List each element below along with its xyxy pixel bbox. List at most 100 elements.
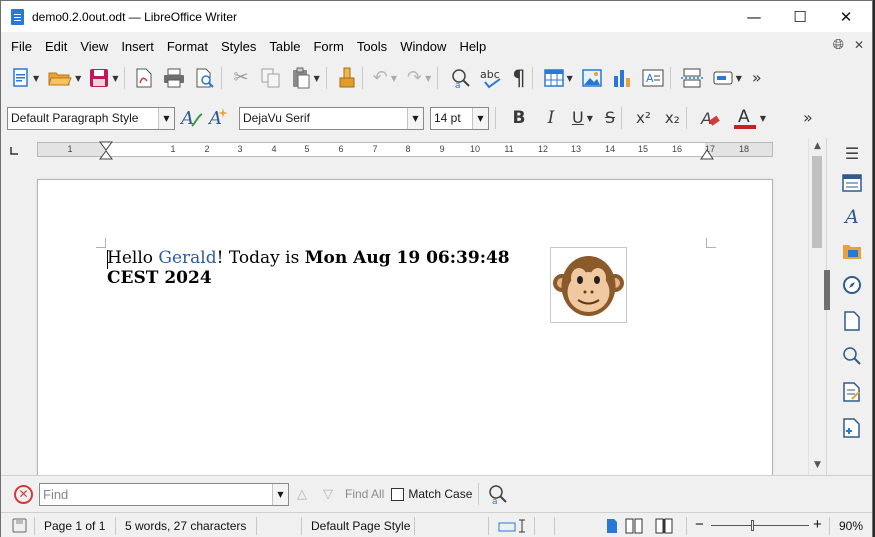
- word-count[interactable]: 5 words, 27 characters: [125, 519, 246, 533]
- zoom-slider-track[interactable]: [711, 525, 809, 526]
- tab-stop-icon[interactable]: [9, 146, 19, 156]
- insert-text-box-button[interactable]: A: [642, 65, 664, 91]
- properties-icon[interactable]: [838, 170, 866, 196]
- clear-formatting-button[interactable]: A: [699, 105, 721, 131]
- paste-button[interactable]: ▼: [291, 65, 320, 91]
- update-style-button[interactable]: A: [180, 105, 204, 131]
- horizontal-ruler[interactable]: 1 1 2 3 4 5 6 7 8 9 10 11 12 13 14 15 16…: [1, 138, 826, 163]
- gallery-icon[interactable]: [838, 238, 866, 264]
- zoom-level[interactable]: 90%: [839, 519, 863, 533]
- scroll-down-icon[interactable]: ▼: [809, 460, 826, 470]
- superscript-button[interactable]: x²: [636, 105, 651, 131]
- sidebar-collapse-handle[interactable]: [824, 270, 830, 310]
- insert-chart-button[interactable]: [612, 65, 632, 91]
- document-line-2[interactable]: CEST 2024: [107, 268, 212, 288]
- manage-changes-icon[interactable]: [838, 379, 866, 405]
- menu-insert[interactable]: Insert: [121, 39, 154, 54]
- redo-button[interactable]: ↷ ▼: [407, 65, 431, 91]
- menu-styles[interactable]: Styles: [221, 39, 256, 54]
- menu-edit[interactable]: Edit: [45, 39, 67, 54]
- menu-format[interactable]: Format: [167, 39, 208, 54]
- chevron-down-icon[interactable]: ▼: [272, 483, 288, 505]
- spelling-button[interactable]: abc: [480, 65, 506, 91]
- find-all-button[interactable]: Find All: [345, 487, 384, 501]
- name-field[interactable]: Gerald: [158, 248, 216, 268]
- match-case-label[interactable]: Match Case: [408, 487, 472, 501]
- strikethrough-button[interactable]: S: [605, 105, 615, 131]
- document-line-1[interactable]: Hello Gerald! Today is Mon Aug 19 06:39:…: [107, 248, 510, 268]
- page-break-button[interactable]: [680, 65, 703, 91]
- underline-button[interactable]: U ▼: [572, 105, 593, 131]
- zoom-slider-thumb[interactable]: [751, 520, 754, 531]
- maximize-button[interactable]: ☐: [777, 1, 823, 32]
- formatting-marks-button[interactable]: ¶: [512, 65, 525, 91]
- more-button[interactable]: »: [752, 65, 762, 91]
- print-button[interactable]: [163, 65, 185, 91]
- copy-button[interactable]: [261, 65, 281, 91]
- indent-marker-icon[interactable]: [99, 141, 113, 161]
- document-page[interactable]: Hello Gerald! Today is Mon Aug 19 06:39:…: [37, 179, 773, 475]
- font-color-button[interactable]: A ▼: [733, 105, 766, 131]
- monkey-image-frame[interactable]: [550, 247, 627, 323]
- find-field[interactable]: ▼: [39, 482, 289, 506]
- page-icon[interactable]: [838, 308, 866, 334]
- style-inspector-icon[interactable]: [838, 343, 866, 369]
- globe-icon[interactable]: 🌐︎: [833, 37, 844, 53]
- right-indent-marker-icon[interactable]: [700, 148, 714, 160]
- paragraph-style-select[interactable]: Default Paragraph Style ▼: [7, 106, 175, 130]
- new-style-button[interactable]: A: [208, 105, 232, 131]
- menu-view[interactable]: View: [80, 39, 108, 54]
- close-find-bar-icon[interactable]: ✕: [14, 484, 33, 504]
- page-style[interactable]: Default Page Style: [311, 519, 410, 533]
- undo-button[interactable]: ↶ ▼: [373, 65, 397, 91]
- font-name-select[interactable]: DejaVu Serif ▼: [239, 106, 424, 130]
- scroll-up-icon[interactable]: ▲: [809, 141, 826, 151]
- find-replace-dialog-button[interactable]: a: [487, 481, 509, 507]
- styles-icon[interactable]: A: [838, 204, 866, 230]
- vertical-scrollbar[interactable]: ▲ ▼: [808, 138, 825, 475]
- menu-window[interactable]: Window: [400, 39, 446, 54]
- navigator-icon[interactable]: [838, 272, 866, 298]
- menu-help[interactable]: Help: [459, 39, 486, 54]
- clone-formatting-button[interactable]: [338, 65, 356, 91]
- close-button[interactable]: ✕: [823, 1, 869, 32]
- new-document-button[interactable]: ▼: [12, 65, 39, 91]
- cut-button[interactable]: ✂: [233, 65, 248, 91]
- insert-field-button[interactable]: ▼: [713, 65, 742, 91]
- sidebar-menu-icon[interactable]: ☰: [838, 140, 866, 166]
- find-input[interactable]: [40, 483, 272, 505]
- design-icon[interactable]: [838, 415, 866, 441]
- zoom-out-button[interactable]: −: [695, 516, 704, 533]
- find-replace-button[interactable]: a: [450, 65, 472, 91]
- date-field[interactable]: Mon Aug 19 06:39:48: [305, 248, 510, 268]
- chevron-down-icon[interactable]: ▼: [472, 107, 488, 129]
- match-case-checkbox[interactable]: [391, 487, 405, 501]
- save-button[interactable]: ▼: [89, 65, 118, 91]
- chevron-down-icon[interactable]: ▼: [158, 107, 174, 129]
- insert-image-button[interactable]: [582, 65, 602, 91]
- menu-tools[interactable]: Tools: [357, 39, 387, 54]
- find-next-icon[interactable]: ▽: [323, 487, 333, 502]
- bold-button[interactable]: B: [510, 105, 528, 131]
- menu-table[interactable]: Table: [269, 39, 300, 54]
- scroll-thumb[interactable]: [812, 156, 822, 248]
- italic-button[interactable]: I: [542, 105, 560, 131]
- export-pdf-button[interactable]: [135, 65, 153, 91]
- insert-table-button[interactable]: ▼: [543, 65, 573, 91]
- find-previous-icon[interactable]: △: [297, 487, 307, 502]
- menu-file[interactable]: File: [11, 39, 32, 54]
- menu-form[interactable]: Form: [313, 39, 343, 54]
- chevron-down-icon[interactable]: ▼: [407, 107, 423, 129]
- font-size-select[interactable]: 14 pt ▼: [430, 106, 489, 130]
- more-formatting-button[interactable]: »: [803, 105, 813, 131]
- close-document-icon[interactable]: ✕: [854, 38, 864, 52]
- date-field-continuation[interactable]: CEST 2024: [107, 268, 212, 288]
- open-button[interactable]: ▼: [48, 65, 81, 91]
- page-count[interactable]: Page 1 of 1: [44, 519, 105, 533]
- minimize-button[interactable]: —: [731, 1, 777, 32]
- print-preview-button[interactable]: [195, 65, 215, 91]
- document-modified-icon[interactable]: [12, 518, 27, 533]
- selection-mode-icon[interactable]: [498, 519, 528, 533]
- zoom-in-button[interactable]: +: [813, 516, 822, 533]
- subscript-button[interactable]: x₂: [665, 105, 680, 131]
